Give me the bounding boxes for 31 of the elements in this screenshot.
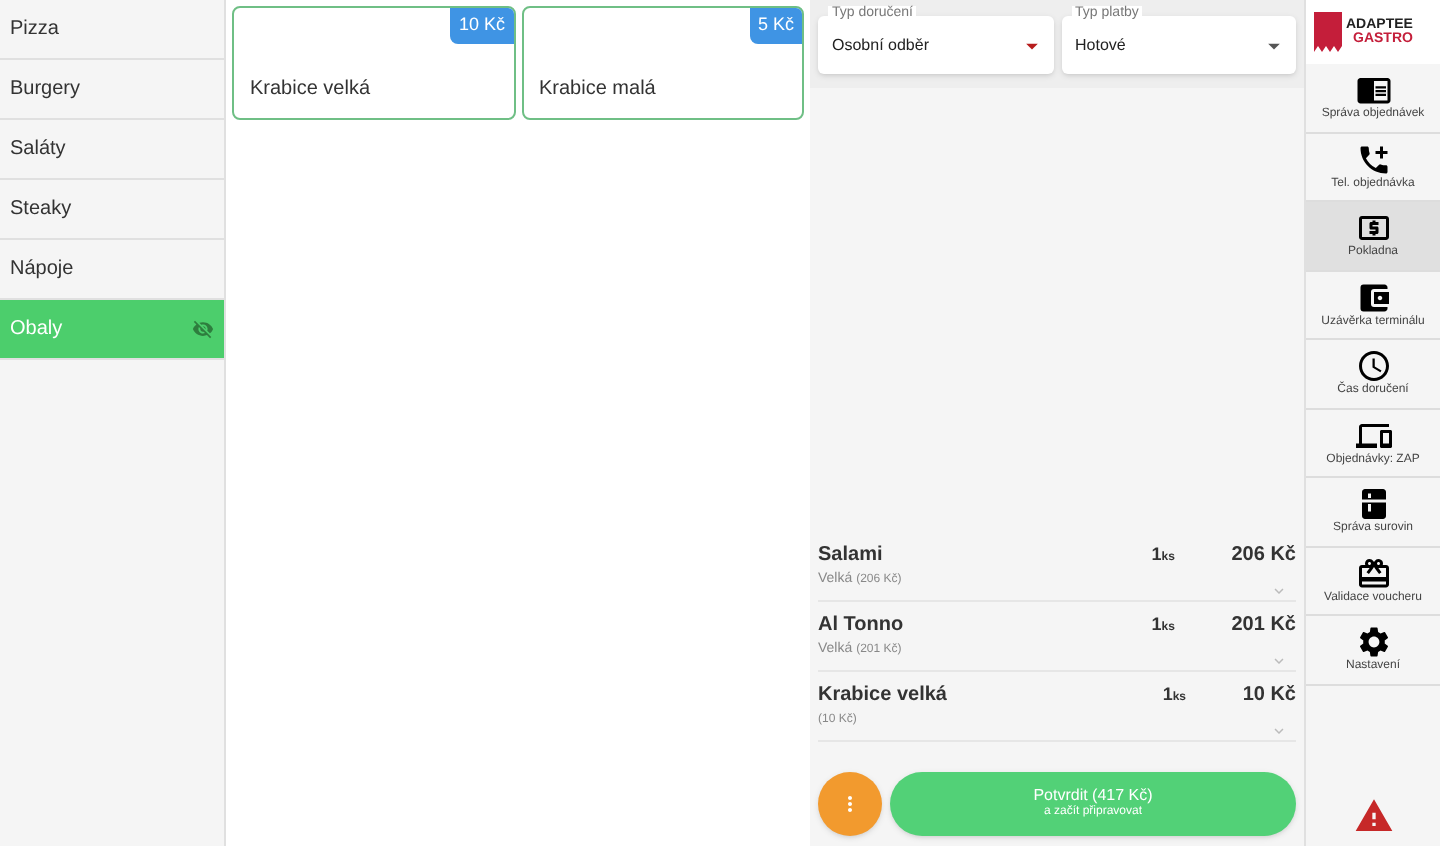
category-item[interactable]: Steaky [0, 180, 224, 240]
more-button[interactable] [818, 772, 882, 836]
item-name: Salami [818, 542, 885, 570]
clock-icon [1355, 348, 1391, 384]
category-item[interactable]: Pizza [0, 0, 224, 60]
warning-icon[interactable] [1353, 796, 1393, 836]
item-price: 201 Kč [1231, 612, 1296, 640]
product-name: Krabice malá [539, 76, 656, 104]
price-badge: 5 Kč [749, 8, 802, 43]
product-card[interactable]: Krabice malá 5 Kč [521, 6, 804, 120]
phone-plus-icon [1355, 141, 1391, 177]
settings-icon [1355, 624, 1391, 660]
item-price: 10 Kč [1242, 682, 1296, 710]
logo-icon [1314, 12, 1342, 52]
field-value: Osobní odběr [832, 33, 929, 57]
category-item[interactable]: Burgery [0, 60, 224, 120]
item-price: 206 Kč [1231, 542, 1296, 570]
book-icon [1355, 72, 1391, 108]
field-value: Hotové [1075, 33, 1126, 57]
expand-chevron-icon[interactable] [1270, 722, 1288, 740]
category-item[interactable]: Saláty [0, 120, 224, 180]
item-name: Krabice velká [818, 682, 949, 710]
cash-icon [1355, 210, 1391, 246]
wallet-icon [1355, 279, 1391, 315]
product-name: Krabice velká [250, 76, 371, 104]
item-name: Al Tonno [818, 612, 906, 640]
expand-chevron-icon[interactable] [1270, 652, 1288, 670]
price-badge: 10 Kč [450, 8, 513, 43]
product-card[interactable]: Krabice velká 10 Kč [232, 6, 515, 120]
gift-icon [1355, 555, 1391, 591]
expand-chevron-icon[interactable] [1270, 582, 1288, 600]
